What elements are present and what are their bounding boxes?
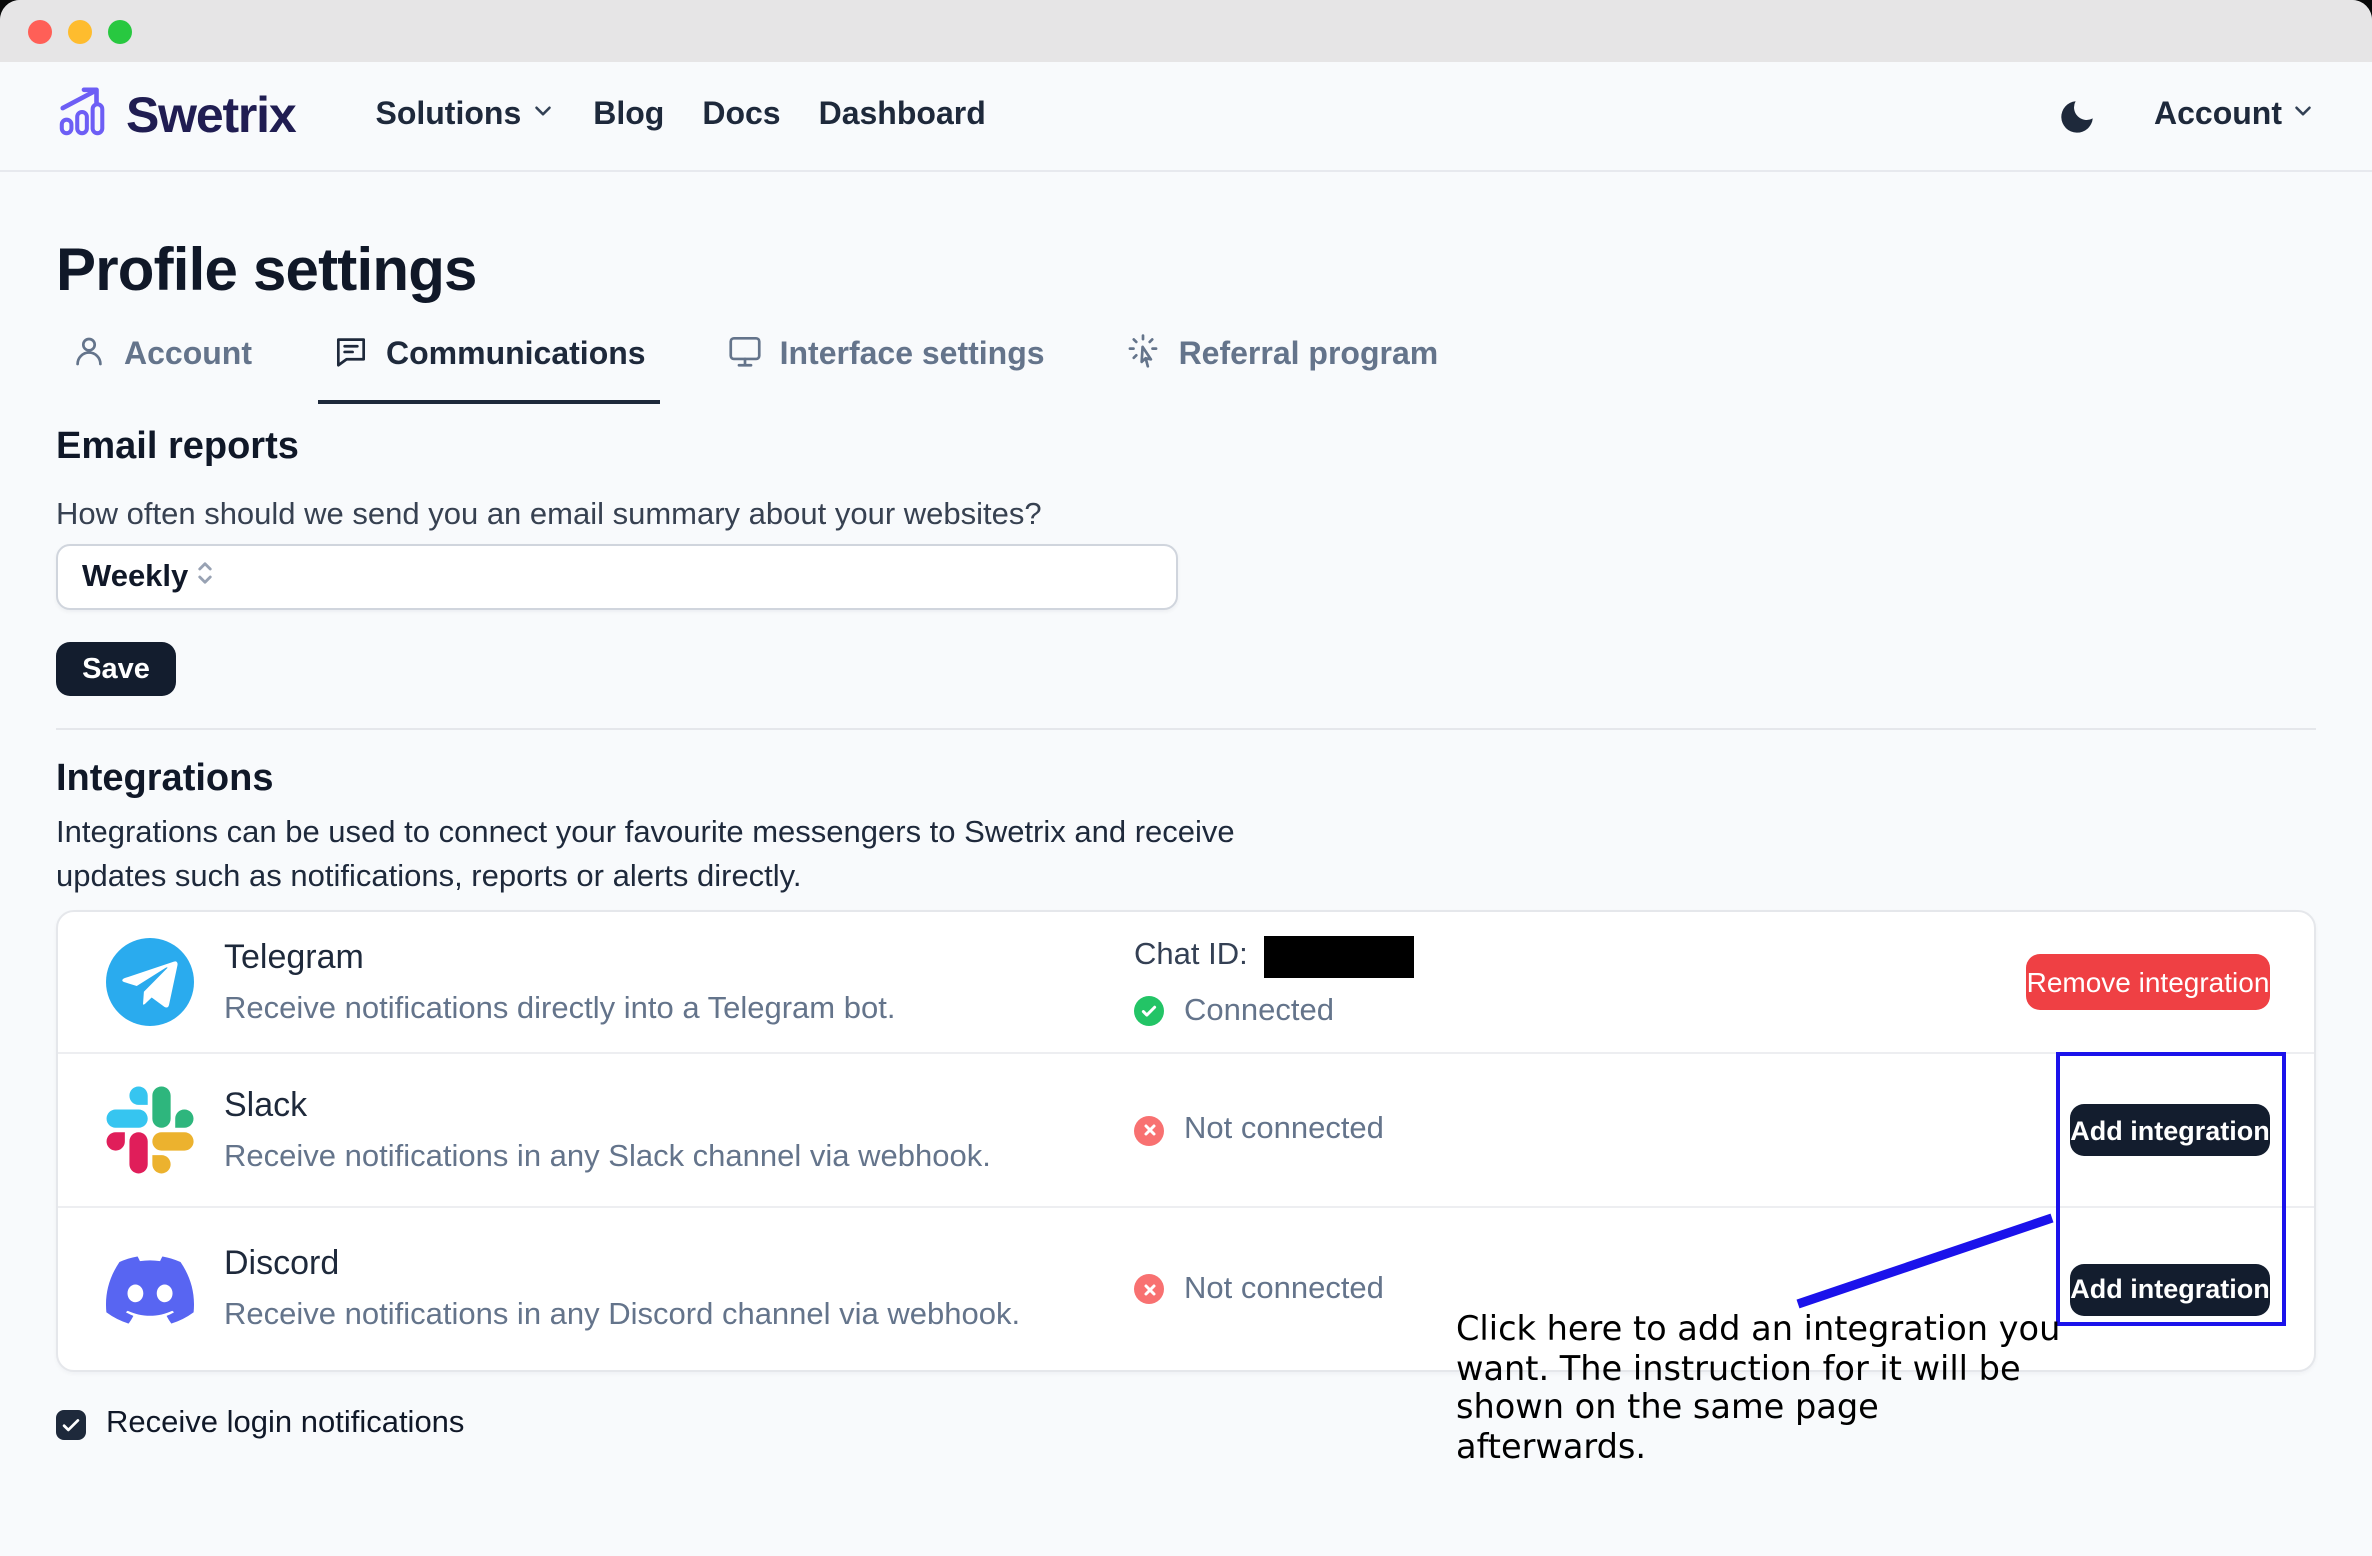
swetrix-logo-icon	[56, 84, 110, 148]
integration-name: Discord	[224, 1244, 1020, 1284]
close-button[interactable]	[28, 19, 52, 43]
macos-titlebar	[0, 0, 2372, 62]
app-window: Swetrix Solutions Blog Docs Dashboard	[0, 0, 2372, 1556]
integration-row-telegram: Telegram Receive notifications directly …	[58, 912, 2314, 1052]
discord-icon	[106, 1245, 194, 1333]
tab-referral-program[interactable]: Referral program	[1111, 332, 1453, 404]
nav-links: Solutions Blog Docs Dashboard	[375, 98, 985, 134]
nav-item-dashboard[interactable]: Dashboard	[819, 98, 986, 134]
frequency-select-value: Weekly	[82, 559, 188, 595]
add-integration-button-slack[interactable]: Add integration	[2070, 1104, 2270, 1156]
add-integration-button-discord[interactable]: Add integration	[2070, 1263, 2270, 1315]
slack-status-column: Not connected	[1134, 1112, 1384, 1148]
email-reports-heading: Email reports	[56, 424, 2316, 472]
brand-name: Swetrix	[126, 87, 295, 145]
login-notifications-toggle[interactable]: Receive login notifications	[56, 1406, 464, 1442]
slack-icon	[106, 1086, 194, 1174]
email-frequency-question: How often should we send you an email su…	[56, 496, 2316, 536]
save-button[interactable]: Save	[56, 642, 176, 696]
integration-name: Slack	[224, 1085, 991, 1125]
chat-id-redacted-value	[1264, 935, 1414, 977]
telegram-status-column: Chat ID: Connected	[1134, 935, 1414, 1029]
integrations-description: Integrations can be used to connect your…	[56, 812, 1236, 898]
not-connected-x-icon	[1134, 1115, 1164, 1145]
status-label: Not connected	[1184, 1271, 1384, 1307]
tab-interface-settings[interactable]: Interface settings	[712, 332, 1059, 404]
zoom-button[interactable]	[108, 19, 132, 43]
chevron-down-icon	[529, 98, 555, 134]
integration-row-discord: Discord Receive notifications in any Dis…	[58, 1208, 2314, 1370]
chat-id-label: Chat ID:	[1134, 938, 1248, 974]
tab-communications[interactable]: Communications	[318, 332, 660, 404]
user-icon	[70, 332, 108, 380]
settings-tabs: Account Communications	[56, 332, 2316, 404]
brand-logo[interactable]: Swetrix	[56, 84, 295, 148]
integrations-heading: Integrations	[56, 756, 2316, 804]
integration-name: Telegram	[224, 937, 895, 977]
monitor-icon	[726, 332, 764, 380]
checkbox-checked-icon[interactable]	[56, 1409, 86, 1439]
integrations-card: Telegram Receive notifications directly …	[56, 910, 2316, 1372]
tab-account[interactable]: Account	[56, 332, 266, 404]
chevron-down-icon	[2290, 98, 2316, 134]
nav-right: Account	[2056, 95, 2316, 137]
theme-toggle-moon-icon[interactable]	[2056, 95, 2098, 137]
nav-item-solutions[interactable]: Solutions	[375, 98, 555, 134]
chat-bubble-icon	[332, 332, 370, 380]
status-label: Not connected	[1184, 1112, 1384, 1148]
integration-description: Receive notifications in any Discord cha…	[224, 1296, 1020, 1334]
status-label: Connected	[1184, 993, 1334, 1029]
telegram-icon	[106, 938, 194, 1026]
minimize-button[interactable]	[68, 19, 92, 43]
discord-status-column: Not connected	[1134, 1271, 1384, 1307]
account-menu[interactable]: Account	[2154, 98, 2316, 134]
top-navbar: Swetrix Solutions Blog Docs Dashboard	[0, 62, 2372, 172]
connected-check-icon	[1134, 996, 1164, 1026]
not-connected-x-icon	[1134, 1274, 1164, 1304]
integration-description: Receive notifications in any Slack chann…	[224, 1137, 991, 1175]
integration-row-slack: Slack Receive notifications in any Slack…	[58, 1054, 2314, 1206]
login-notifications-label: Receive login notifications	[106, 1406, 464, 1442]
cursor-rays-icon	[1125, 332, 1163, 380]
frequency-select[interactable]: Weekly	[56, 544, 1178, 610]
page-title: Profile settings	[56, 236, 2316, 308]
remove-integration-button[interactable]: Remove integration	[2026, 954, 2270, 1010]
section-divider	[56, 728, 2316, 730]
nav-item-blog[interactable]: Blog	[593, 98, 664, 134]
chevron-up-down-icon	[188, 555, 222, 599]
nav-item-docs[interactable]: Docs	[702, 98, 780, 134]
integration-description: Receive notifications directly into a Te…	[224, 989, 895, 1027]
